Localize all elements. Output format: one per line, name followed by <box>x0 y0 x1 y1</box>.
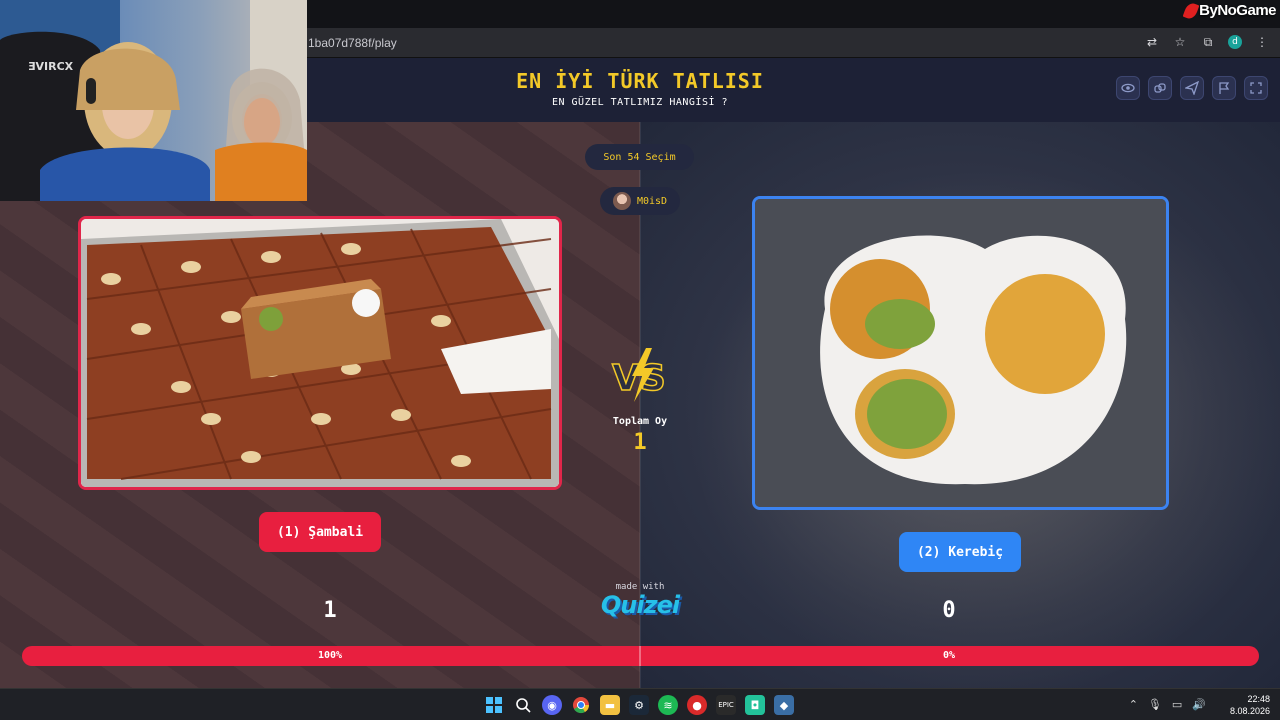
bar-divider <box>639 646 641 666</box>
kerebic-illustration <box>755 199 1166 507</box>
watermark: ByNoGame <box>1182 0 1276 21</box>
header-tools <box>1116 76 1268 100</box>
option-2-score: 0 <box>942 598 956 623</box>
option-2-image[interactable] <box>752 196 1169 510</box>
watermark-text: ByNoGame <box>1199 2 1276 19</box>
app-blue-icon[interactable]: ◆ <box>774 695 794 715</box>
epic-games-icon[interactable]: EPIC <box>716 695 736 715</box>
star-icon[interactable]: ☆ <box>1172 34 1188 50</box>
clock-date: 8.08.2026 <box>1229 706 1270 716</box>
microphone-icon[interactable]: 🎙 <box>1148 698 1162 711</box>
translate-icon[interactable]: ⇄ <box>1144 34 1160 50</box>
search-icon[interactable] <box>513 695 533 715</box>
display-icon[interactable]: ▭ <box>1172 698 1182 711</box>
option-2-button[interactable]: (2) Kerebiç <box>899 532 1021 572</box>
send-icon[interactable] <box>1180 76 1204 100</box>
option-1-percent: 100% <box>317 650 343 661</box>
total-votes-label: Toplam Oy <box>612 416 668 427</box>
fullscreen-icon[interactable] <box>1244 76 1268 100</box>
recent-choices-text: Son 54 Seçim <box>603 151 676 163</box>
system-clock[interactable]: 22:48 8.08.2026 <box>1230 693 1270 717</box>
extensions-icon[interactable]: ⧉ <box>1200 34 1216 50</box>
discord-icon[interactable]: ◉ <box>542 695 562 715</box>
os-taskbar: ◉ ▬ ⚙ ≋ ● EPIC ◘ ◆ ⌃ 🎙 ▭ 🔊 22:48 8.08.20… <box>0 688 1280 720</box>
clock-time: 22:48 <box>1247 694 1270 704</box>
screen: ByNoGame 1ba07d788f/play ⇄ ☆ ⧉ d ⋮ EN İY… <box>0 0 1280 720</box>
vs-icon: VS <box>611 348 667 402</box>
eye-icon[interactable] <box>1116 76 1140 100</box>
file-explorer-icon[interactable]: ▬ <box>600 695 620 715</box>
app-red-icon[interactable]: ● <box>687 695 707 715</box>
option-2-percent: 0% <box>942 650 956 661</box>
flag-icon[interactable] <box>1212 76 1236 100</box>
windows-start-icon[interactable] <box>484 695 504 715</box>
vote-progress-bar: 100% 0% <box>22 646 1259 666</box>
browser-toolbar: ⇄ ☆ ⧉ d ⋮ <box>1144 34 1270 50</box>
total-votes-value: 1 <box>633 430 647 455</box>
svg-text:ƎVIRCX: ƎVIRCX <box>28 60 74 73</box>
option-1-button[interactable]: (1) Şambali <box>259 512 381 552</box>
chrome-icon[interactable] <box>571 695 591 715</box>
url-text[interactable]: 1ba07d788f/play <box>308 36 397 50</box>
webcam-feed: ƎVIRCX <box>0 0 307 201</box>
username: M0isD <box>636 195 668 207</box>
flame-icon <box>1182 0 1200 21</box>
steam-icon[interactable]: ⚙ <box>629 695 649 715</box>
link-icon[interactable] <box>1148 76 1172 100</box>
webcam-overlay: ƎVIRCX <box>0 0 307 201</box>
option-1-score: 1 <box>323 598 337 623</box>
spotify-icon[interactable]: ≋ <box>658 695 678 715</box>
chevron-up-icon[interactable]: ⌃ <box>1129 698 1138 711</box>
sambali-illustration <box>81 219 559 487</box>
app-green-icon[interactable]: ◘ <box>745 695 765 715</box>
system-tray: ⌃ 🎙 ▭ 🔊 <box>1129 698 1206 711</box>
option-1-image[interactable] <box>78 216 562 490</box>
quizei-logo[interactable]: Quizei <box>590 591 690 619</box>
recent-choices-badge: Son 54 Seçim <box>585 144 694 170</box>
user-badge[interactable]: M0isD <box>600 187 680 215</box>
profile-icon[interactable]: d <box>1228 35 1242 49</box>
taskbar-apps: ◉ ▬ ⚙ ≋ ● EPIC ◘ ◆ <box>484 695 794 715</box>
more-icon[interactable]: ⋮ <box>1254 34 1270 50</box>
volume-icon[interactable]: 🔊 <box>1192 698 1206 711</box>
avatar <box>612 192 631 210</box>
